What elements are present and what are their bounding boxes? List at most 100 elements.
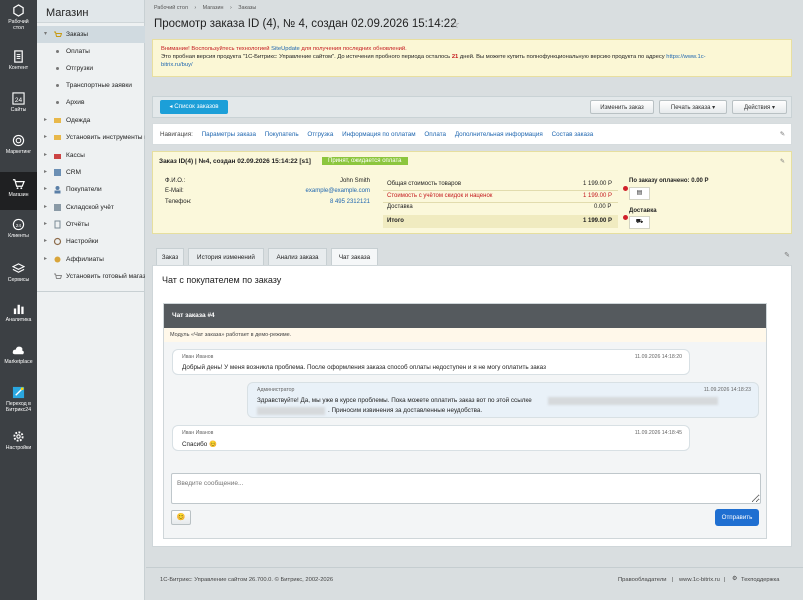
rail-sites[interactable]: 24 Сайты [0,92,37,113]
chat-message: Иван Иванов 11.09.2026 14:18:45 Спасибо … [172,425,690,451]
message-author: Иван Иванов [182,354,214,360]
nav-link-payment[interactable]: Оплата [424,131,446,138]
chevron-right-icon[interactable]: ▸ [44,199,47,216]
edit-order-button[interactable]: Изменить заказ [590,100,654,114]
left-rail: Рабочий стол Контент 24 Сайты Маркетинг … [0,0,37,600]
chevron-right-icon[interactable]: ▸ [44,251,47,268]
menu-item-warehouse[interactable]: ▸ Складской учёт [37,199,145,216]
nav-link-shipment[interactable]: Отгрузка [307,131,333,138]
tab-chat[interactable]: Чат заказа [331,248,378,265]
rail-desktop[interactable]: Рабочий стол [0,4,37,31]
menu-item-install-tools[interactable]: ▸ Установить инструменты и [37,129,145,146]
svg-text:24: 24 [15,97,23,104]
support-link[interactable]: Техподдержка [741,577,779,583]
menu-item-cash[interactable]: ▸ Кассы [37,147,145,164]
rail-label: Сервисы [7,277,30,283]
tab-history[interactable]: История изменений [188,248,264,265]
menu-item-reports[interactable]: ▸ Отчёты [37,216,145,233]
print-order-button[interactable]: Печать заказа ▾ [659,100,727,114]
emoji-button[interactable]: 😊 [171,510,191,525]
fio-label: Ф.И.О.: [165,178,186,184]
chevron-right-icon[interactable]: ▸ [44,181,47,198]
star-icon[interactable]: ☆ [450,18,460,31]
rail-store[interactable]: Магазин [0,172,37,210]
breadcrumb-orders[interactable]: Заказы [238,5,256,11]
breadcrumb: Рабочий стол › Магазин › Заказы [154,5,256,11]
rail-label: Клиенты [8,233,29,239]
cart-icon [12,179,25,190]
chevron-right-icon[interactable]: ▸ [44,164,47,181]
menu-item-archive[interactable]: Архив [37,94,145,111]
rail-services[interactable]: Сервисы [0,262,37,283]
rail-clients[interactable]: 24 Клиенты [0,218,37,239]
rights-holders-link[interactable]: Правообладатели [618,577,666,583]
warning-text-end: для получения последних обновлений. [301,46,407,52]
tab-analysis[interactable]: Анализ заказа [268,248,327,265]
menu-item-orders[interactable]: ▾ Заказы [37,26,145,43]
chevron-right-icon[interactable]: ▸ [44,129,47,146]
buy-link[interactable]: https://www.1c- [666,54,705,60]
blurred-link [257,407,325,415]
delivery-value: 0.00 Р [594,204,612,210]
bitrix-site-link[interactable]: www.1c-bitrix.ru [679,577,720,583]
menu-item-crm[interactable]: ▸ CRM [37,164,145,181]
order-list-button[interactable]: ◂ Список заказов [160,100,228,114]
order-toolbar: ◂ Список заказов Изменить заказ Печать з… [152,96,792,118]
nav-link-params[interactable]: Параметры заказа [202,131,256,138]
divider [383,202,618,203]
menu-item-settings[interactable]: ▸ Настройки [37,233,145,250]
breadcrumb-desktop[interactable]: Рабочий стол [154,5,188,11]
menu-item-affiliates[interactable]: ▸ Аффилиаты [37,251,145,268]
rail-marketing[interactable]: Маркетинг [0,134,37,155]
nav-link-payment-info[interactable]: Информация по оплатам [342,131,416,138]
total-goods-value: 1 199.00 Р [583,181,613,187]
nav-link-buyer[interactable]: Покупатель [265,131,299,138]
page-title: Просмотр заказа ID (4), № 4, создан 02.0… [154,18,457,30]
chevron-right-icon[interactable]: ▸ [44,233,47,250]
pin-icon[interactable]: ✎ [784,251,790,259]
cloud-icon [12,346,24,355]
send-button[interactable]: Отправить [715,509,759,526]
menu-item-clothes[interactable]: ▸ Одежда [37,112,145,129]
rail-bitrix24[interactable]: Переход в Битрикс24 [0,386,37,413]
payment-icon[interactable]: ▤ [629,187,650,200]
nav-link-extra[interactable]: Дополнительная информация [455,131,543,138]
shipment-icon[interactable]: ⛟ [629,216,650,229]
bar-chart-icon [13,304,24,315]
message-input[interactable] [171,473,761,504]
email-link[interactable]: example@example.com [306,188,370,194]
divider [383,190,618,191]
rail-content[interactable]: Контент [0,50,37,71]
nav-link-basket[interactable]: Состав заказа [552,131,594,138]
chevron-right-icon[interactable]: ▸ [44,216,47,233]
pin-icon[interactable]: ✎ [780,158,785,165]
chevron-right-icon[interactable]: ▸ [44,147,47,164]
siteupdate-link[interactable]: SiteUpdate [271,46,300,52]
trial-warning: Внимание! Воспользуйтесь технологией Sit… [152,39,792,77]
menu-item-transport[interactable]: Транспортные заявки [37,77,145,94]
menu-item-customers[interactable]: ▸ Покупатели [37,181,145,198]
chevron-down-icon: ▾ [712,105,716,111]
rail-settings[interactable]: Настройки [0,430,37,451]
target-icon [12,134,25,147]
rail-marketplace[interactable]: Marketplace [0,344,37,365]
breadcrumb-store[interactable]: Магазин [203,5,224,11]
rail-analytics[interactable]: Аналитика [0,302,37,323]
clients-icon: 24 [12,218,25,231]
bullet-icon [56,67,59,70]
menu-item-payments[interactable]: Оплаты [37,43,145,60]
buy-link-cont[interactable]: bitrix.ru/buy/ [161,62,193,68]
chevron-down-icon[interactable]: ▾ [44,26,47,43]
actions-button[interactable]: Действия ▾ [732,100,787,114]
phone-link[interactable]: 8 495 2312121 [330,199,370,205]
order-navigation: Навигация: Параметры заказа Покупатель О… [152,123,792,145]
menu-item-install-store[interactable]: Установить готовый магазин [37,268,145,285]
pin-icon[interactable]: ✎ [780,124,785,146]
menu-item-shipments[interactable]: Отгрузки [37,60,145,77]
chat-message-admin: Администратор 11.09.2026 14:18:23 Здравс… [247,382,759,418]
rail-label: Рабочий стол [8,19,29,31]
chevron-right-icon[interactable]: ▸ [44,112,47,129]
tab-order[interactable]: Заказ [156,248,184,265]
discount-label: Стоимость с учётом скидок и наценок [387,193,493,199]
shipping-label: Доставка [629,208,657,214]
